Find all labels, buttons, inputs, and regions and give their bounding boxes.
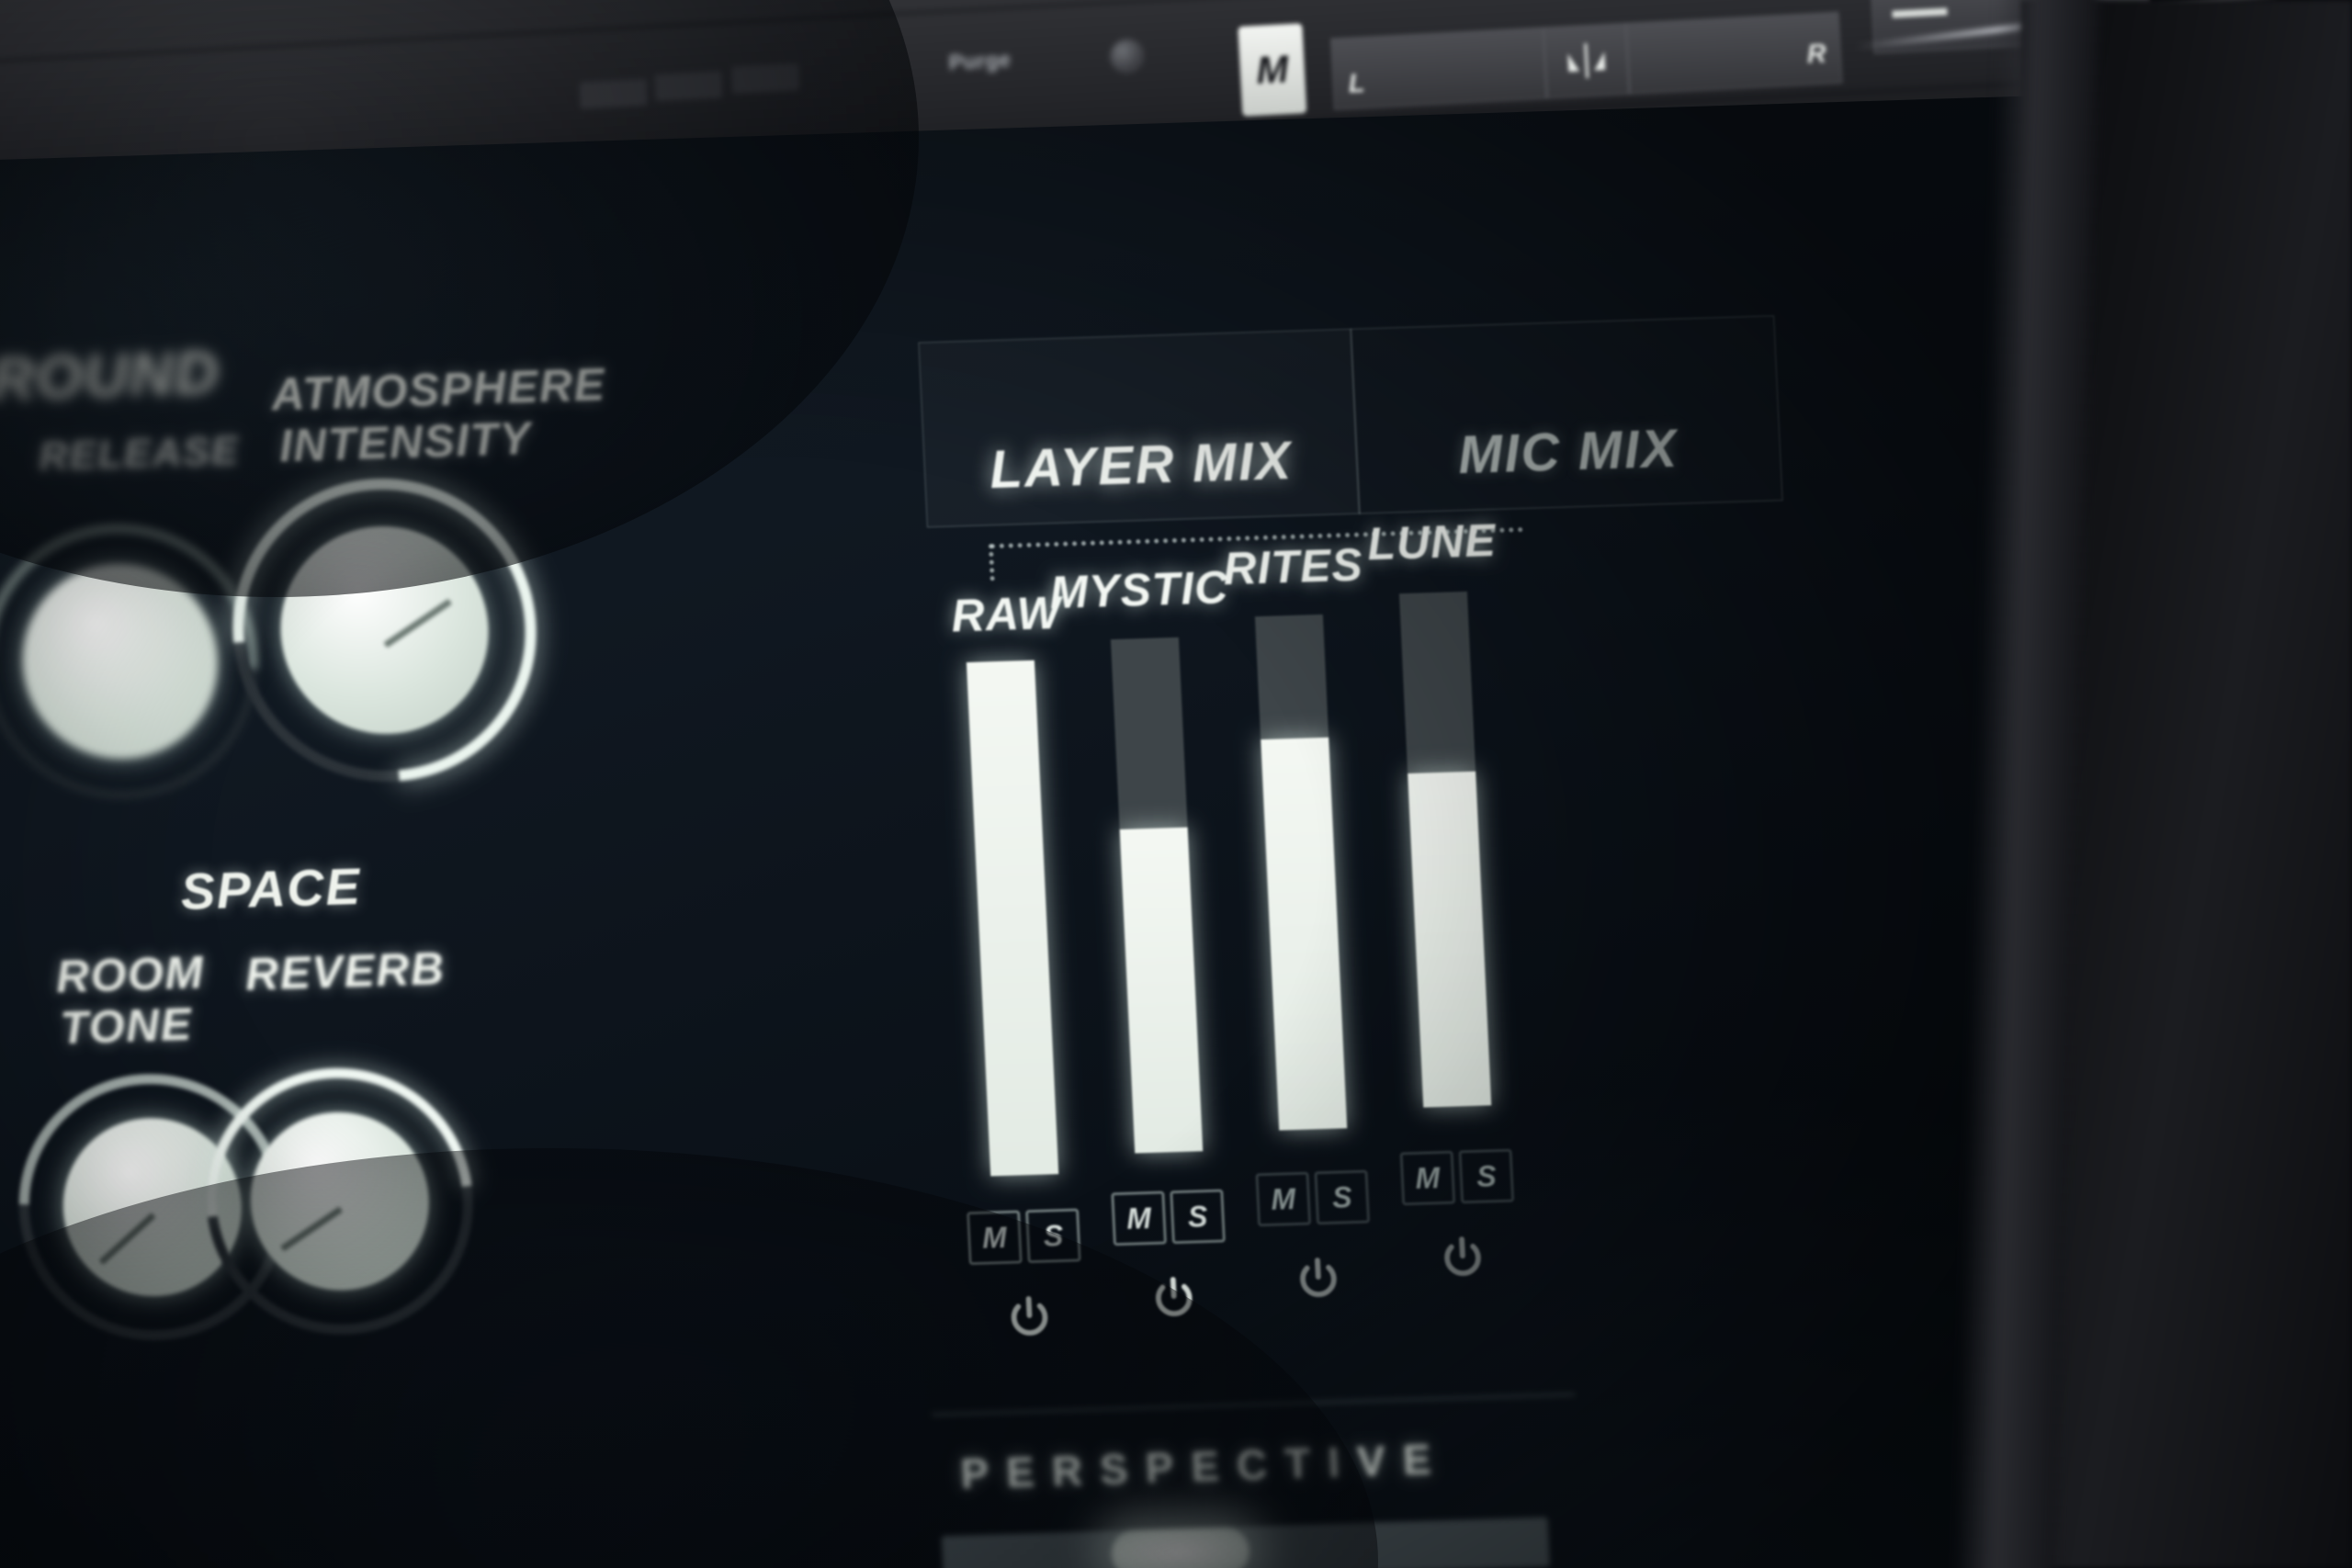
daw-knob-d[interactable]	[1109, 38, 1145, 73]
pan-right-label: R	[1805, 39, 1827, 70]
pan-center-icon	[1567, 43, 1606, 79]
pan-center-button[interactable]	[1543, 22, 1630, 99]
daw-chip-5[interactable]	[731, 63, 799, 94]
panel-vignette	[0, 93, 2197, 1568]
plugin-panel: BACKGROUND RELEASE ATMOSPHERE INTENSITY …	[0, 93, 2197, 1568]
screen-photo: Purge M L R - BACKGROUND RELEASE	[0, 0, 2352, 1568]
pan-right-field[interactable]: R	[1625, 11, 1843, 95]
mute-button[interactable]: M	[1238, 23, 1307, 117]
purge-label[interactable]: Purge	[948, 47, 1011, 75]
pan-left-field[interactable]: L	[1330, 27, 1547, 110]
daw-chip-3[interactable]	[580, 79, 648, 109]
daw-chip-4[interactable]	[655, 72, 722, 101]
pan-left-label: L	[1347, 68, 1366, 99]
